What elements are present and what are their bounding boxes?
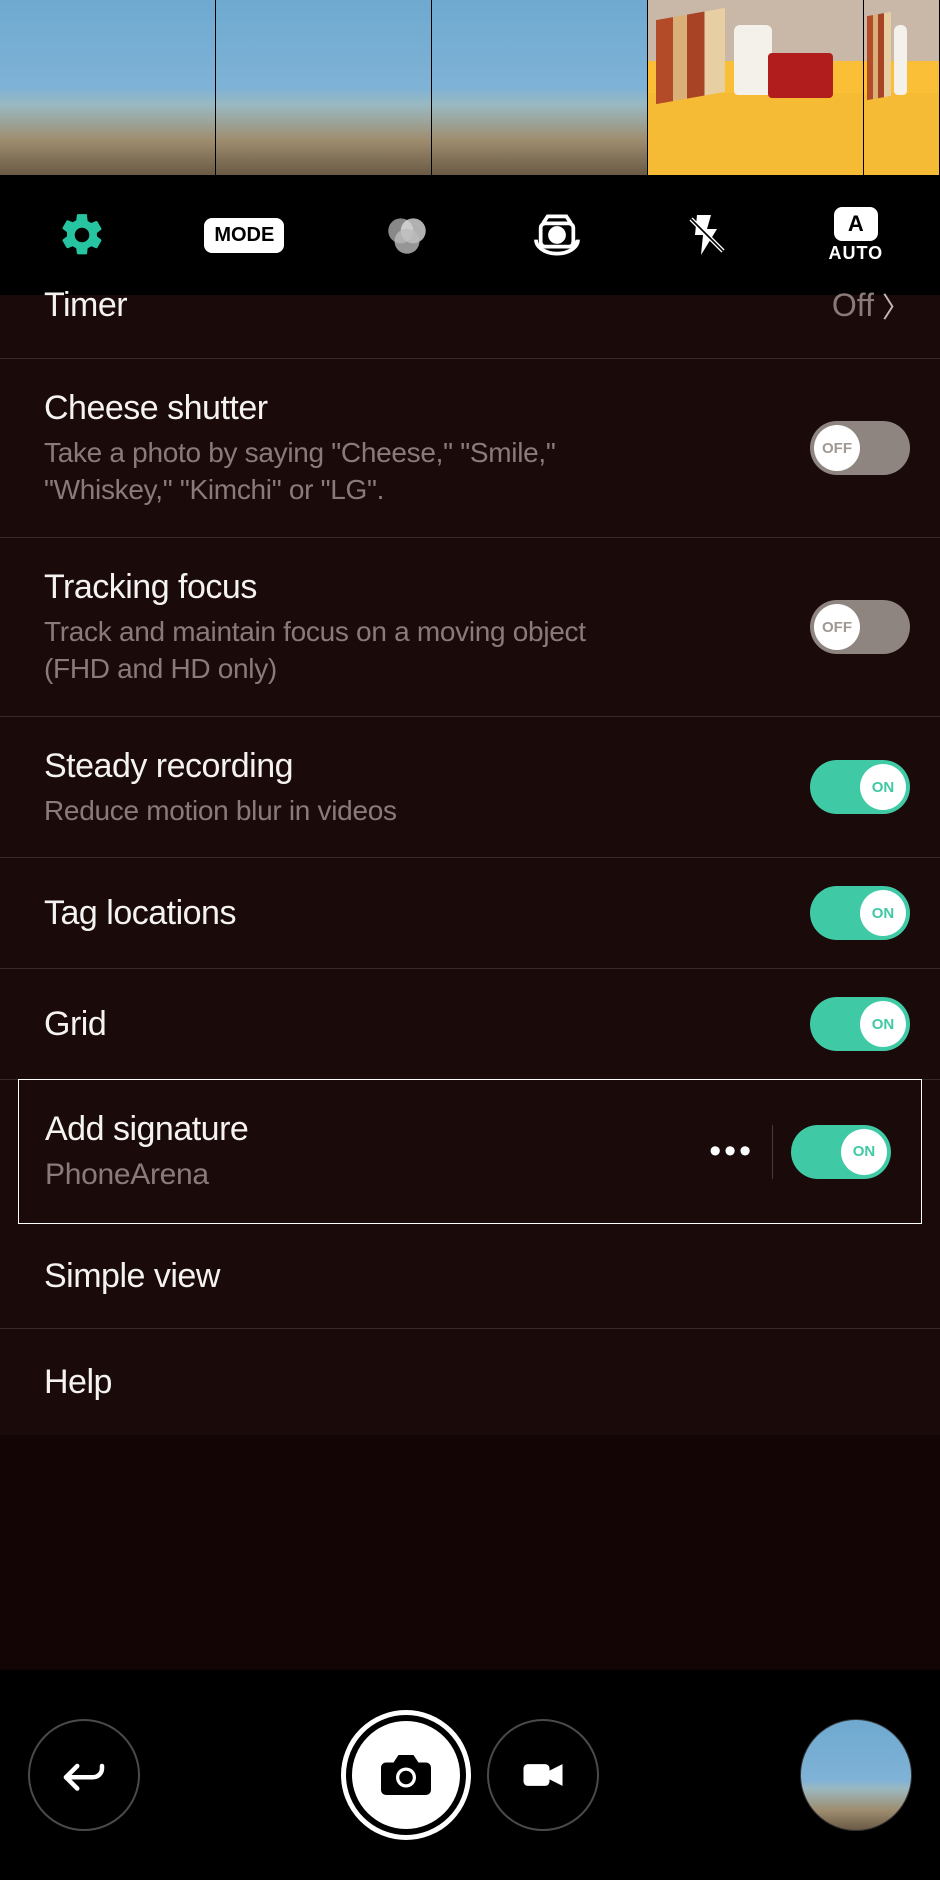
camera-bottom-bar — [0, 1670, 940, 1880]
video-icon — [517, 1749, 569, 1801]
setting-title: Grid — [44, 1003, 810, 1046]
setting-title: Tag locations — [44, 892, 810, 935]
toggle-tag-locations[interactable]: ON — [810, 886, 910, 940]
setting-tracking-focus[interactable]: Tracking focus Track and maintain focus … — [0, 538, 940, 717]
gallery-button[interactable] — [800, 1719, 912, 1831]
toggle-add-signature[interactable]: ON — [791, 1125, 891, 1179]
toggle-knob-label: ON — [860, 764, 906, 810]
flash-button[interactable] — [683, 211, 731, 259]
setting-add-signature[interactable]: Add signature PhoneArena ••• ON — [18, 1079, 922, 1224]
camera-toolbar: MODE A AUTO — [0, 175, 940, 295]
auto-button[interactable]: A AUTO — [829, 207, 884, 264]
back-button[interactable] — [28, 1719, 140, 1831]
thumbnail[interactable] — [432, 0, 648, 175]
setting-simple-view[interactable]: Simple view — [0, 1223, 940, 1329]
setting-value: Off — [832, 287, 874, 324]
gear-icon — [57, 210, 107, 260]
setting-subtitle: Reduce motion blur in videos — [44, 792, 604, 830]
setting-title: Steady recording — [44, 745, 810, 788]
toggle-knob-label: ON — [841, 1129, 887, 1175]
back-icon — [57, 1748, 111, 1802]
chevron-right-icon: 〉 — [882, 286, 910, 326]
thumbnail-strip[interactable] — [0, 0, 940, 175]
setting-title: Help — [44, 1361, 910, 1404]
filter-button[interactable] — [382, 210, 432, 260]
more-icon[interactable]: ••• — [691, 1132, 772, 1171]
setting-timer[interactable]: Timer Off 〉 — [0, 295, 940, 359]
setting-title: Tracking focus — [44, 566, 810, 609]
flash-off-icon — [683, 211, 731, 259]
setting-cheese-shutter[interactable]: Cheese shutter Take a photo by saying "C… — [0, 359, 940, 538]
auto-label: AUTO — [829, 243, 884, 264]
settings-button[interactable] — [57, 210, 107, 260]
thumbnail[interactable] — [216, 0, 432, 175]
thumbnail[interactable] — [648, 0, 864, 175]
filter-icon — [382, 210, 432, 260]
switch-camera-button[interactable] — [529, 207, 585, 263]
toggle-knob-label: OFF — [814, 604, 860, 650]
setting-steady-recording[interactable]: Steady recording Reduce motion blur in v… — [0, 717, 940, 858]
toggle-cheese-shutter[interactable]: OFF — [810, 421, 910, 475]
settings-panel: Timer Off 〉 Cheese shutter Take a photo … — [0, 295, 940, 1435]
toggle-knob-label: ON — [860, 1001, 906, 1047]
video-button[interactable] — [487, 1719, 599, 1831]
toggle-knob-label: OFF — [814, 425, 860, 471]
toggle-grid[interactable]: ON — [810, 997, 910, 1051]
divider — [772, 1125, 773, 1179]
setting-title: Simple view — [44, 1255, 910, 1298]
shutter-button[interactable] — [341, 1710, 471, 1840]
setting-subtitle: Track and maintain focus on a moving obj… — [44, 613, 604, 689]
toggle-steady-recording[interactable]: ON — [810, 760, 910, 814]
toggle-knob-label: ON — [860, 890, 906, 936]
mode-button[interactable]: MODE — [204, 218, 284, 253]
setting-help[interactable]: Help — [0, 1329, 940, 1435]
setting-grid[interactable]: Grid ON — [0, 969, 940, 1080]
thumbnail[interactable] — [0, 0, 216, 175]
setting-title: Timer — [44, 284, 832, 327]
camera-icon — [376, 1745, 436, 1805]
auto-badge: A — [848, 211, 864, 237]
setting-title: Add signature — [45, 1108, 691, 1151]
thumbnail[interactable] — [864, 0, 940, 175]
setting-tag-locations[interactable]: Tag locations ON — [0, 858, 940, 969]
setting-subtitle: PhoneArena — [45, 1155, 605, 1196]
setting-title: Cheese shutter — [44, 387, 810, 430]
mode-label: MODE — [214, 224, 274, 246]
setting-subtitle: Take a photo by saying "Cheese," "Smile,… — [44, 434, 604, 510]
switch-camera-icon — [529, 207, 585, 263]
toggle-tracking-focus[interactable]: OFF — [810, 600, 910, 654]
